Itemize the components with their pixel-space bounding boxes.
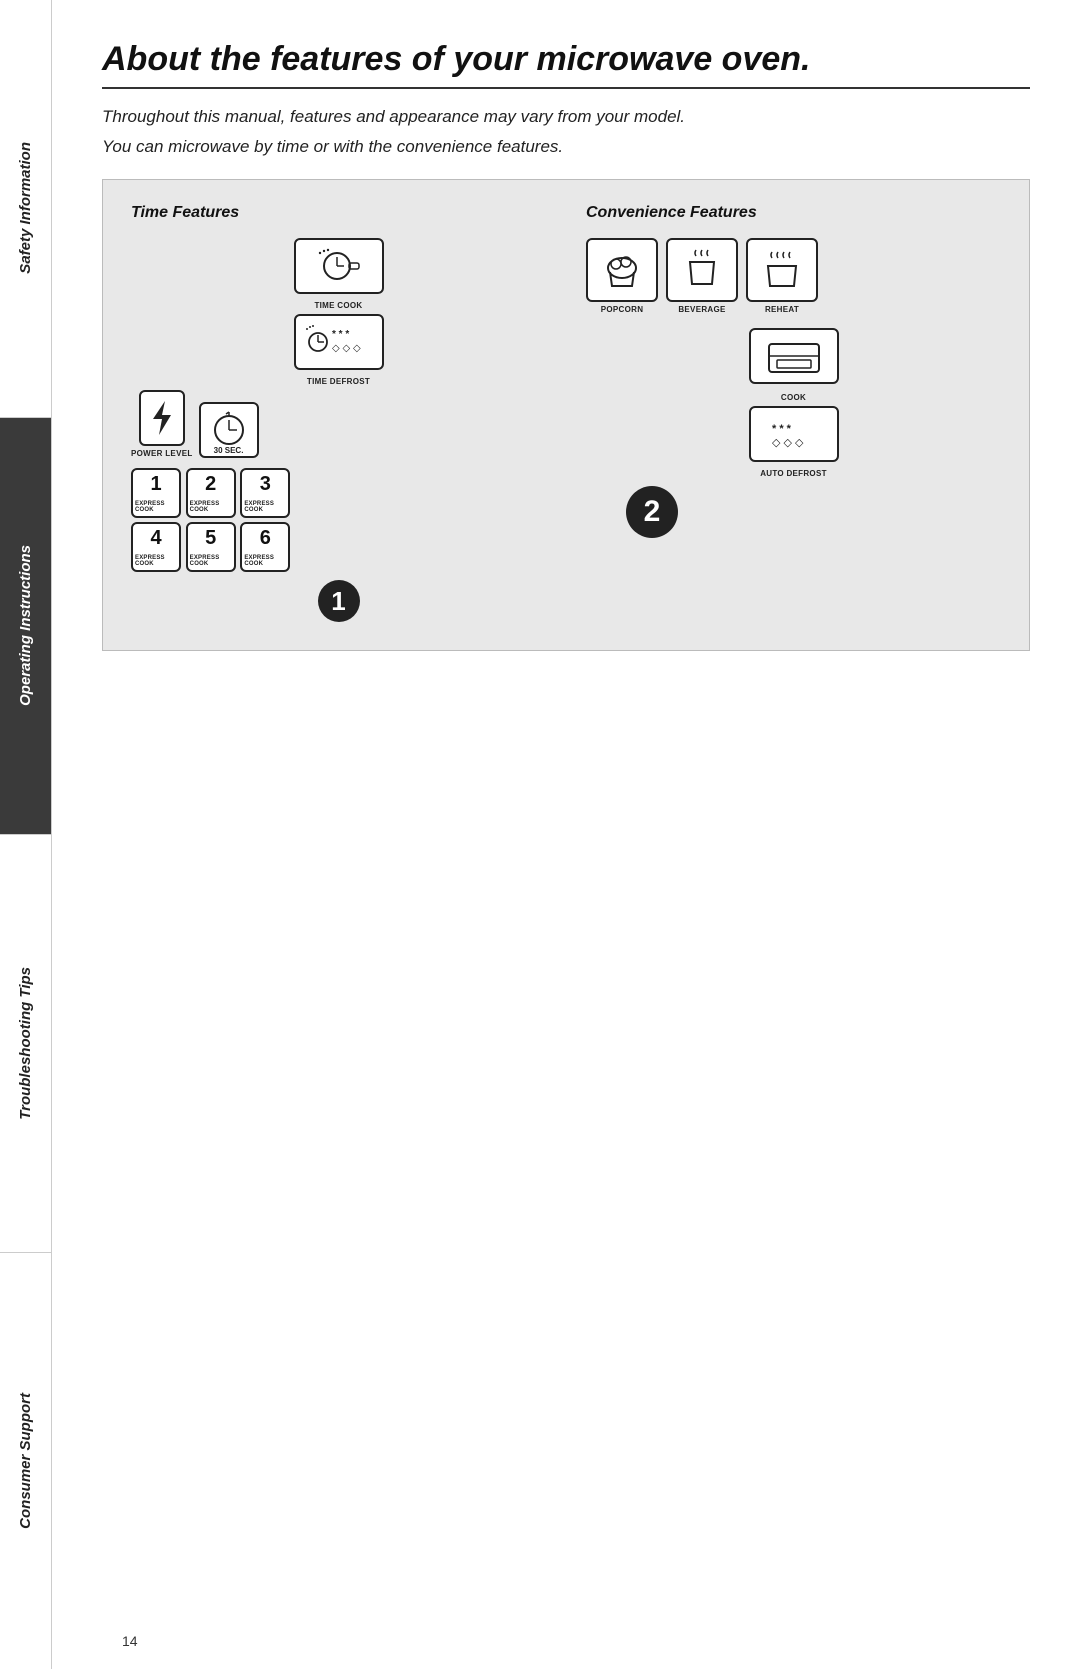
express-label-5: EXPRESS COOK [190,555,232,567]
sidebar-label-operating: Operating Instructions [17,545,34,706]
badge-1: 1 [318,580,360,622]
express-btn-4[interactable]: 4 EXPRESS COOK [131,522,181,572]
cook-item: COOK [586,328,1001,402]
sidebar: Safety Information Operating Instruction… [0,0,52,1669]
svg-text:* * *: * * * [332,329,349,340]
express-number-5: 5 [205,528,216,548]
reheat-button[interactable] [746,238,818,302]
power-item: POWER LEVEL [131,390,193,458]
express-number-2: 2 [205,474,216,494]
beverage-item: BEVERAGE [666,238,738,314]
beverage-caption: BEVERAGE [678,305,725,314]
time-defrost-icon: * * * ◇ ◇ ◇ [304,321,374,363]
time-cook-caption: TIME COOK [314,301,362,310]
feature-box: Time Features [102,179,1030,651]
express-btn-2[interactable]: 2 EXPRESS COOK [186,468,236,518]
express-btn-3[interactable]: 3 EXPRESS COOK [240,468,290,518]
power-level-caption: POWER LEVEL [131,449,193,458]
power-row: POWER LEVEL 30 SEC. [131,390,546,462]
badge-2: 2 [626,486,678,538]
time-defrost-caption: TIME DEFROST [307,377,370,386]
auto-defrost-button[interactable]: * * * ◇ ◇ ◇ [749,406,839,462]
sec30-label: 30 SEC. [214,446,244,455]
time-cook-item: TIME COOK [131,238,546,310]
time-defrost-item: * * * ◇ ◇ ◇ TIME DEFROST [131,314,546,386]
beverage-icon [680,248,724,292]
convenience-features-col: Convenience Features POPCORN [566,204,1001,622]
express-btn-1[interactable]: 1 EXPRESS COOK [131,468,181,518]
svg-text:◇ ◇ ◇: ◇ ◇ ◇ [332,343,361,354]
auto-defrost-item: * * * ◇ ◇ ◇ AUTO DEFROST [586,406,1001,478]
express-label-6: EXPRESS COOK [244,555,286,567]
sec30-item: 30 SEC. [199,402,259,458]
express-number-3: 3 [260,474,271,494]
svg-text:◇ ◇ ◇: ◇ ◇ ◇ [772,437,804,449]
express-cook-grid: 1 EXPRESS COOK 2 EXPRESS COOK 3 EXPRESS … [131,468,291,572]
subtitle2: You can microwave by time or with the co… [102,137,1030,157]
badge-1-number: 1 [331,586,345,617]
reheat-caption: REHEAT [765,305,799,314]
auto-defrost-caption: AUTO DEFROST [760,469,827,478]
beverage-button[interactable] [666,238,738,302]
time-cook-icon [315,248,363,284]
express-label-3: EXPRESS COOK [244,501,286,513]
auto-defrost-icon: * * * ◇ ◇ ◇ [764,416,824,452]
sidebar-section-troubleshooting: Troubleshooting Tips [0,835,51,1253]
power-icon [149,399,175,437]
cook-caption: COOK [781,393,806,402]
express-label-1: EXPRESS COOK [135,501,177,513]
express-btn-5[interactable]: 5 EXPRESS COOK [186,522,236,572]
sidebar-label-consumer: Consumer Support [17,1393,34,1529]
time-features-title: Time Features [131,204,546,222]
express-number-6: 6 [260,528,271,548]
reheat-item: REHEAT [746,238,818,314]
express-number-1: 1 [150,474,161,494]
sidebar-section-consumer: Consumer Support [0,1253,51,1669]
sidebar-label-safety: Safety Information [17,142,34,274]
convenience-features-title: Convenience Features [586,204,1001,222]
popcorn-caption: POPCORN [601,305,644,314]
conv-row1: POPCORN [586,238,1001,318]
time-defrost-button[interactable]: * * * ◇ ◇ ◇ [294,314,384,370]
sec30-icon [204,406,254,450]
page-number: 14 [122,1633,138,1649]
reheat-icon [760,248,804,292]
svg-text:* * *: * * * [772,423,792,435]
popcorn-icon [600,248,644,292]
express-number-4: 4 [150,528,161,548]
sidebar-section-safety: Safety Information [0,0,51,418]
sidebar-section-operating: Operating Instructions [0,418,51,836]
popcorn-button[interactable] [586,238,658,302]
popcorn-item: POPCORN [586,238,658,314]
cook-button[interactable] [749,328,839,384]
power-button[interactable] [139,390,185,446]
sidebar-label-troubleshooting: Troubleshooting Tips [17,967,34,1120]
time-features-col: Time Features [131,204,566,622]
cook-icon [759,334,829,378]
time-cook-button[interactable] [294,238,384,294]
main-content: About the features of your microwave ove… [52,0,1080,1669]
badge-2-number: 2 [644,495,661,529]
page-title: About the features of your microwave ove… [102,40,1030,89]
subtitle1: Throughout this manual, features and app… [102,107,1030,127]
express-btn-6[interactable]: 6 EXPRESS COOK [240,522,290,572]
sec30-button[interactable]: 30 SEC. [199,402,259,458]
express-label-2: EXPRESS COOK [190,501,232,513]
express-label-4: EXPRESS COOK [135,555,177,567]
